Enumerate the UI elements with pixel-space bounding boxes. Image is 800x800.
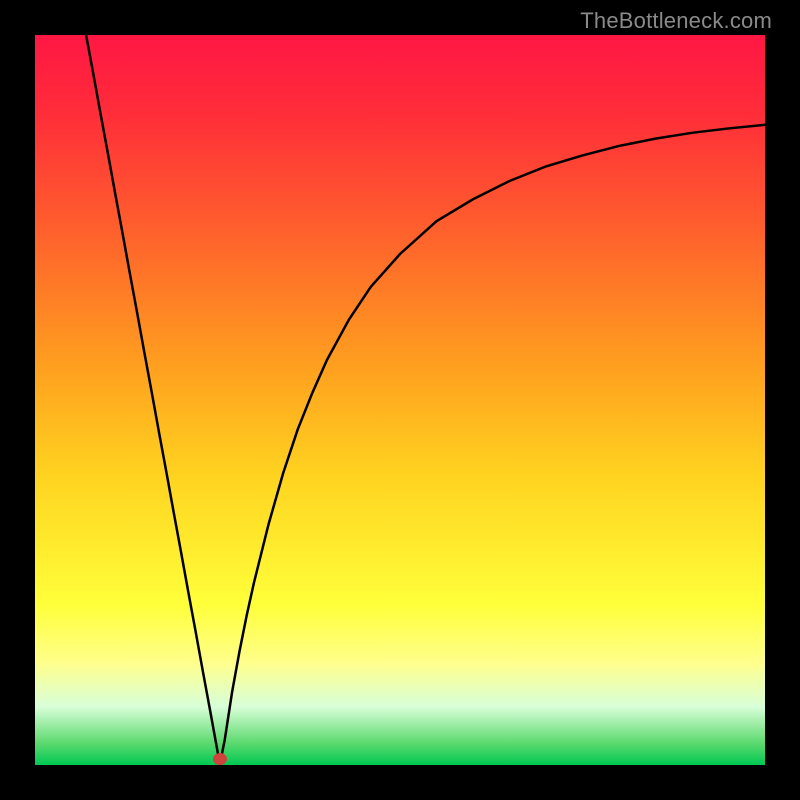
minimum-marker-dot bbox=[213, 753, 227, 765]
watermark-text: TheBottleneck.com bbox=[580, 8, 772, 34]
plot-area bbox=[35, 35, 765, 765]
gradient-background bbox=[35, 35, 765, 765]
chart-frame bbox=[35, 35, 765, 765]
